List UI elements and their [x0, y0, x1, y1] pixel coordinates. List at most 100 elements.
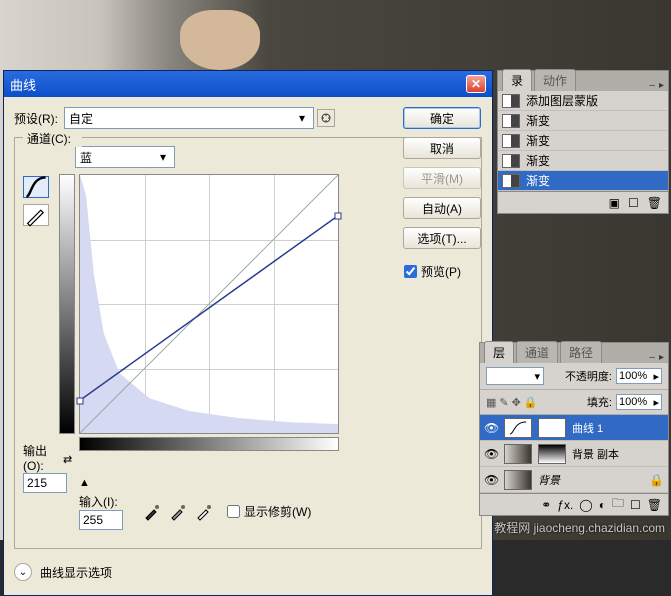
dialog-title-text: 曲线	[10, 75, 36, 94]
history-item[interactable]: 渐变	[498, 151, 668, 171]
layers-footer: ⚭ ƒx. ◯ ◐ 🗀 ☐ 🗑	[480, 493, 668, 515]
tab-layers[interactable]: 层	[484, 341, 514, 363]
chevron-right-icon: ▸	[653, 396, 659, 409]
black-point-dropper-icon[interactable]	[143, 503, 161, 521]
layer-name: 背景 副本	[572, 446, 619, 462]
history-panel: 录 动作 – ▸ 添加图层蒙版 渐变 渐变 渐变 渐变 ▣ ☐ 🗑	[497, 70, 669, 214]
tab-history[interactable]: 录	[502, 69, 532, 91]
curve-line	[80, 175, 338, 433]
history-item[interactable]: 渐变	[498, 131, 668, 151]
folder-icon[interactable]: 🗀	[612, 494, 624, 515]
trash-icon[interactable]: 🗑	[647, 498, 662, 512]
preset-menu-icon[interactable]	[317, 109, 335, 127]
channel-select[interactable]: 蓝 ▾	[75, 146, 175, 168]
blend-mode-select[interactable]: ▾	[486, 367, 544, 385]
opacity-field[interactable]: 100%▸	[616, 368, 662, 384]
layer-name: 曲线 1	[572, 420, 603, 436]
layer-mask-thumb	[538, 444, 566, 464]
layer-mask-icon[interactable]: ◯	[579, 498, 592, 512]
output-label: 输出(O):	[23, 442, 59, 473]
history-item[interactable]: 渐变	[498, 111, 668, 131]
panel-menu-icon[interactable]: ▸	[659, 80, 664, 91]
dialog-titlebar[interactable]: 曲线 ✕	[4, 71, 492, 97]
fill-field[interactable]: 100%▸	[616, 394, 662, 410]
history-item[interactable]: 添加图层蒙版	[498, 91, 668, 111]
opacity-label: 不透明度:	[565, 368, 612, 384]
layer-row[interactable]: 👁 背景 副本	[480, 441, 668, 467]
layer-thumb	[504, 470, 532, 490]
swap-gradient-icon[interactable]: ⇄	[63, 453, 72, 466]
visibility-eye-icon[interactable]: 👁	[484, 473, 498, 487]
tab-channels[interactable]: 通道	[516, 341, 558, 363]
history-footer: ▣ ☐ 🗑	[498, 191, 668, 213]
new-document-icon[interactable]: ☐	[628, 196, 639, 210]
preset-value: 自定	[69, 110, 93, 127]
layer-row[interactable]: 👁 曲线 1	[480, 415, 668, 441]
panel-minimize-icon[interactable]: –	[649, 80, 655, 91]
visibility-eye-icon[interactable]: 👁	[484, 421, 498, 435]
pencil-tool-icon[interactable]	[23, 204, 49, 226]
curves-chart[interactable]	[79, 174, 339, 434]
lock-icons-group: ▦ ✎ ✥ 🔒	[486, 396, 538, 409]
layer-row[interactable]: 👁 背景 🔒	[480, 467, 668, 493]
lock-position-icon[interactable]: ✥	[512, 396, 521, 409]
show-clipping-row[interactable]: 显示修剪(W)	[227, 503, 311, 520]
input-pointer-icon: ▲	[79, 477, 90, 489]
white-point-dropper-icon[interactable]	[195, 503, 213, 521]
lock-transparency-icon[interactable]: ▦	[486, 396, 496, 409]
show-clipping-checkbox[interactable]	[227, 505, 240, 518]
history-thumb-icon	[502, 174, 520, 188]
lock-icon: 🔒	[649, 473, 664, 487]
visibility-eye-icon[interactable]: 👁	[484, 447, 498, 461]
curve-point-highlight[interactable]	[335, 212, 342, 219]
curve-display-options-label: 曲线显示选项	[40, 564, 112, 581]
preset-label: 预设(R):	[14, 110, 58, 127]
chevron-down-icon: ▾	[534, 370, 540, 383]
trash-icon[interactable]: 🗑	[647, 196, 662, 210]
input-gradient	[79, 437, 339, 451]
history-item-label: 渐变	[526, 152, 550, 169]
output-gradient	[59, 174, 75, 434]
history-thumb-icon	[502, 134, 520, 148]
history-item-label: 渐变	[526, 112, 550, 129]
expand-icon[interactable]: ⌄	[14, 563, 32, 581]
gray-point-dropper-icon[interactable]	[169, 503, 187, 521]
history-item-label: 渐变	[526, 172, 550, 189]
fill-label: 填充:	[587, 394, 612, 410]
history-item-label: 添加图层蒙版	[526, 92, 598, 109]
close-icon[interactable]: ✕	[466, 75, 486, 93]
history-list: 添加图层蒙版 渐变 渐变 渐变 渐变	[498, 91, 668, 191]
layers-panel: 层 通道 路径 – ▸ ▾ 不透明度: 100%▸ ▦ ✎ ✥ 🔒 填充: 10…	[479, 342, 669, 516]
new-layer-icon[interactable]: ☐	[630, 498, 641, 512]
lock-all-icon[interactable]: 🔒	[524, 396, 538, 409]
curve-tool-icon[interactable]	[23, 176, 49, 198]
channel-value: 蓝	[80, 149, 92, 166]
new-snapshot-icon[interactable]: ▣	[609, 196, 620, 210]
channel-group: 通道(C): 蓝 ▾	[14, 137, 482, 549]
channel-label: 通道(C):	[27, 132, 71, 146]
panel-minimize-icon[interactable]: –	[649, 352, 655, 363]
tab-actions[interactable]: 动作	[534, 69, 576, 91]
history-thumb-icon	[502, 94, 520, 108]
curves-dialog: 曲线 ✕ 确定 取消 平滑(M) 自动(A) 选项(T)... 预览(P) 预设…	[3, 70, 493, 596]
history-thumb-icon	[502, 154, 520, 168]
chevron-right-icon: ▸	[653, 370, 659, 383]
layer-name: 背景	[538, 472, 560, 488]
watermark-text: 教程网 jiaocheng.chazidian.com	[494, 519, 665, 536]
curve-point-shadow[interactable]	[77, 397, 84, 404]
lock-pixels-icon[interactable]: ✎	[499, 396, 508, 409]
history-item[interactable]: 渐变	[498, 171, 668, 191]
input-label: 输入(I):	[79, 493, 123, 510]
history-thumb-icon	[502, 114, 520, 128]
tab-paths[interactable]: 路径	[560, 341, 602, 363]
adjustment-layer-icon[interactable]: ◐	[599, 498, 606, 512]
preset-select[interactable]: 自定 ▾	[64, 107, 314, 129]
panel-menu-icon[interactable]: ▸	[659, 352, 664, 363]
ok-button[interactable]: 确定	[403, 107, 481, 129]
layer-fx-icon[interactable]: ƒx.	[557, 498, 573, 512]
show-clipping-label: 显示修剪(W)	[244, 503, 311, 520]
layer-thumb-curves-icon	[504, 418, 532, 438]
link-layers-icon[interactable]: ⚭	[541, 498, 551, 512]
input-field[interactable]	[79, 510, 123, 530]
history-item-label: 渐变	[526, 132, 550, 149]
